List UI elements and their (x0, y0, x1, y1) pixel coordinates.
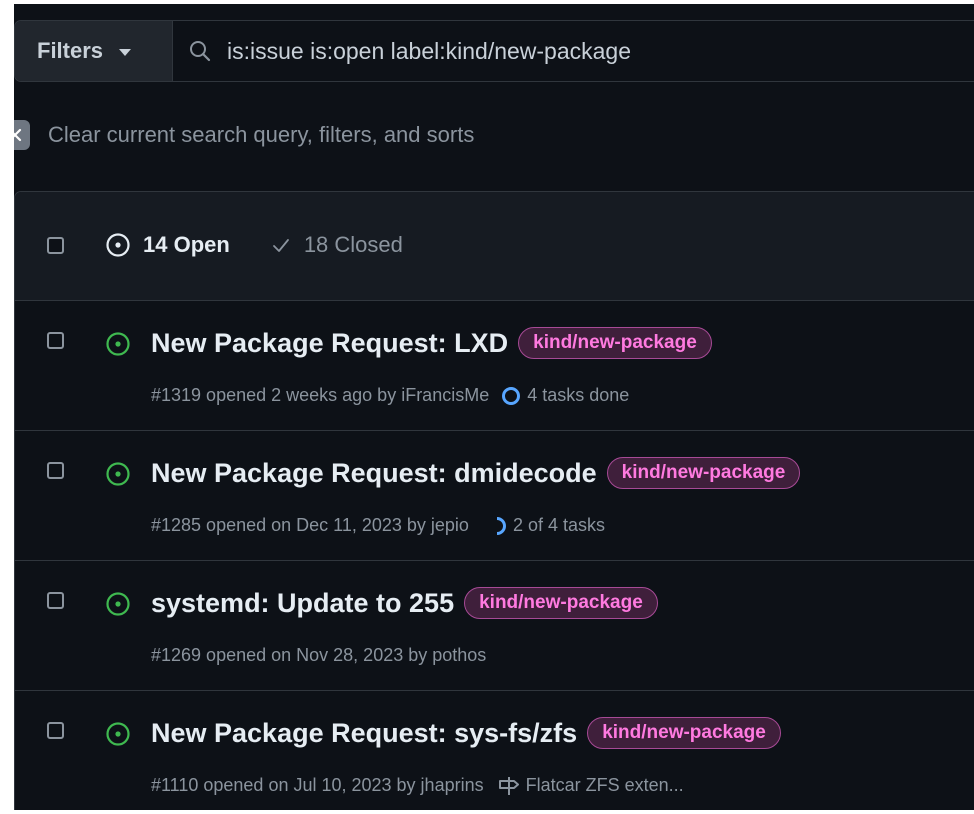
select-all-checkbox[interactable] (47, 237, 64, 254)
task-progress-label: 4 tasks done (527, 385, 630, 405)
issue-label[interactable]: kind/new-package (587, 717, 781, 749)
issue-checkbox[interactable] (47, 462, 64, 479)
filters-button-label: Filters (37, 38, 104, 63)
issue-title-link[interactable]: systemd: Update to 255 (151, 588, 454, 619)
issue-meta: #1319 opened 2 weeks ago by iFrancisMe (151, 385, 490, 405)
chevron-down-icon (119, 49, 132, 56)
issue-row: New Package Request: sys-fs/zfs kind/new… (15, 691, 974, 810)
task-progress: 4 tasks done (501, 385, 629, 406)
issue-row: New Package Request: dmidecode kind/new-… (15, 431, 974, 561)
issue-row: New Package Request: LXD kind/new-packag… (15, 301, 974, 431)
close-icon (14, 120, 30, 150)
open-issues-tab[interactable]: 14 Open (105, 232, 230, 258)
issues-panel: Filters is:issue is:open label:kind/new-… (14, 4, 974, 810)
task-progress: 2 of 4 tasks (487, 515, 605, 536)
issue-open-icon (106, 462, 130, 486)
filter-bar: Filters is:issue is:open label:kind/new-… (14, 20, 974, 82)
issue-meta: #1110 opened on Jul 10, 2023 by jhaprins (151, 775, 484, 795)
issue-label[interactable]: kind/new-package (464, 587, 658, 619)
issues-list-header: 14 Open 18 Closed (15, 192, 974, 301)
issue-checkbox[interactable] (47, 722, 64, 739)
partial-progress-icon (496, 516, 506, 535)
milestone-icon (498, 776, 519, 795)
issue-open-icon (106, 332, 130, 356)
issue-title-link[interactable]: New Package Request: dmidecode (151, 458, 597, 489)
clear-query-label: Clear current search query, filters, and… (48, 122, 475, 147)
issue-checkbox[interactable] (47, 332, 64, 349)
issue-label[interactable]: kind/new-package (518, 327, 712, 359)
issue-open-icon (106, 722, 130, 746)
issue-row: systemd: Update to 255 kind/new-package … (15, 561, 974, 691)
closed-count: 18 Closed (303, 232, 403, 257)
issue-meta: #1285 opened on Dec 11, 2023 by jepio (151, 515, 469, 535)
filters-button[interactable]: Filters (15, 21, 173, 81)
milestone-label: Flatcar ZFS exten... (525, 775, 684, 795)
task-progress-label: 2 of 4 tasks (512, 515, 605, 535)
issue-checkbox[interactable] (47, 592, 64, 609)
issue-meta: #1269 opened on Nov 28, 2023 by pothos (151, 645, 487, 665)
issue-open-icon (106, 233, 130, 257)
issue-label[interactable]: kind/new-package (606, 457, 801, 489)
search-input[interactable]: is:issue is:open label:kind/new-package (173, 21, 974, 81)
clear-query-link[interactable]: Clear current search query, filters, and… (14, 120, 474, 150)
issue-title-link[interactable]: New Package Request: sys-fs/zfs (151, 718, 577, 749)
milestone-link[interactable]: Flatcar ZFS exten... (498, 775, 684, 796)
search-query-text: is:issue is:open label:kind/new-package (227, 37, 632, 64)
closed-issues-tab[interactable]: 18 Closed (272, 232, 403, 258)
issue-open-icon (106, 592, 130, 616)
check-icon (272, 239, 289, 252)
issue-title-link[interactable]: New Package Request: LXD (151, 328, 508, 359)
circle-progress-icon (502, 386, 521, 405)
open-count: 14 Open (143, 232, 230, 257)
search-icon (190, 41, 211, 62)
issues-list: 14 Open 18 Closed New Package Request: L… (14, 191, 974, 810)
